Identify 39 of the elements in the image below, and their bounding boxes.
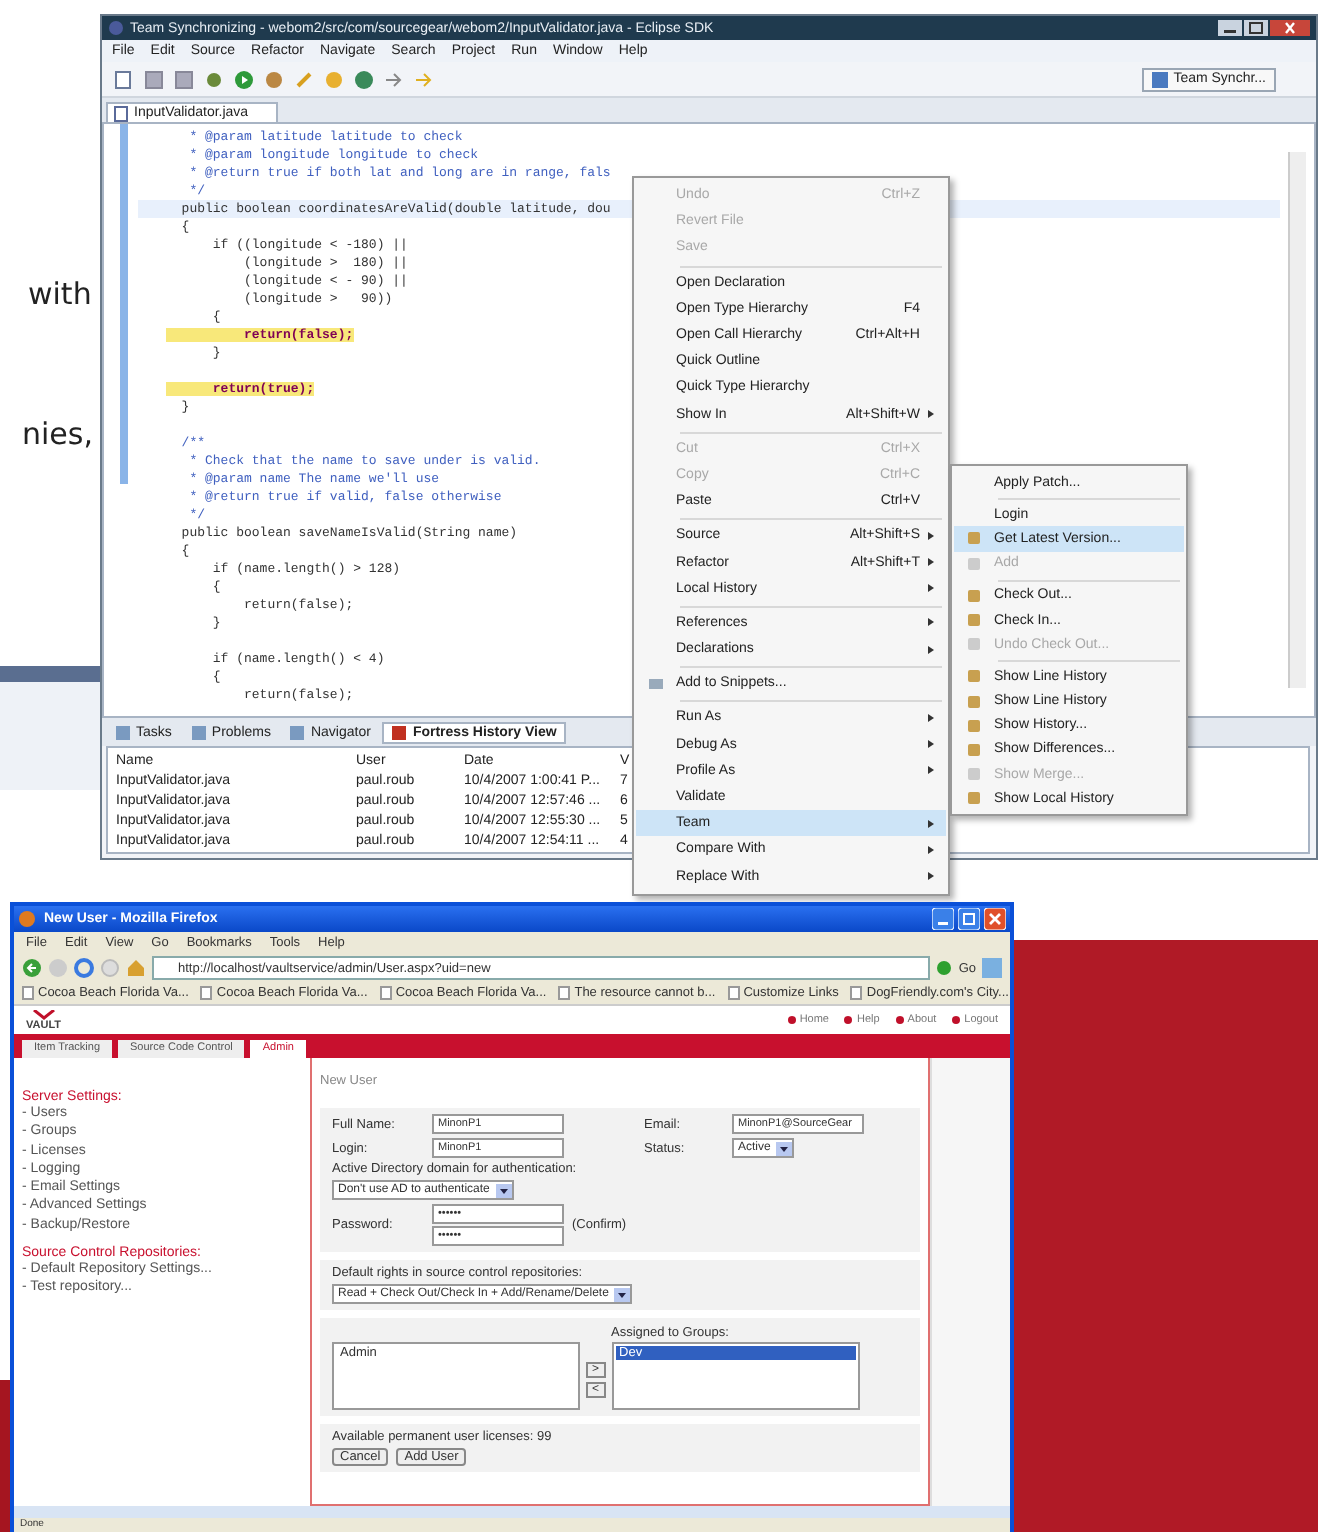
snippet-icon <box>648 675 664 692</box>
arrow-icon[interactable] <box>384 69 404 89</box>
page-icon <box>727 986 740 1000</box>
dropdown-arrow-icon <box>614 1287 631 1301</box>
page-text: with <box>28 276 92 312</box>
page-icon <box>558 986 571 1000</box>
maximize-icon[interactable] <box>958 908 980 930</box>
bullet-icon <box>895 1016 904 1024</box>
view-icon <box>191 725 206 739</box>
page-text: nies, <box>22 416 93 452</box>
view-icon <box>116 725 130 739</box>
go-icon[interactable] <box>936 960 953 976</box>
minimize-icon[interactable] <box>1218 20 1242 36</box>
maximize-icon[interactable] <box>1244 20 1268 36</box>
chevron-icon <box>31 1009 56 1019</box>
perspective-icon <box>1151 71 1168 87</box>
bullet-icon <box>844 1016 853 1024</box>
pen-icon[interactable] <box>294 69 314 89</box>
bullet-icon <box>787 1016 796 1024</box>
view-icon <box>290 725 305 739</box>
play-icon[interactable] <box>234 69 254 89</box>
page-icon <box>200 986 213 1000</box>
arrow-icon[interactable] <box>414 69 434 89</box>
minimize-icon[interactable] <box>932 908 954 930</box>
new-file-icon[interactable] <box>114 69 134 89</box>
app-icon <box>108 20 124 36</box>
dropdown-arrow-icon <box>495 1183 512 1197</box>
page-icon <box>22 986 34 1000</box>
home-icon[interactable] <box>126 958 146 978</box>
app-icon <box>18 910 36 928</box>
page-icon <box>850 986 863 1000</box>
dropdown-arrow-icon <box>776 1141 793 1155</box>
close-icon[interactable] <box>984 908 1006 930</box>
back-icon[interactable] <box>22 958 42 978</box>
close-icon[interactable] <box>1270 20 1310 36</box>
bullet-icon <box>952 1016 961 1024</box>
view-icon <box>392 725 407 739</box>
page-icon <box>379 986 392 1000</box>
reload-icon[interactable] <box>74 958 94 978</box>
